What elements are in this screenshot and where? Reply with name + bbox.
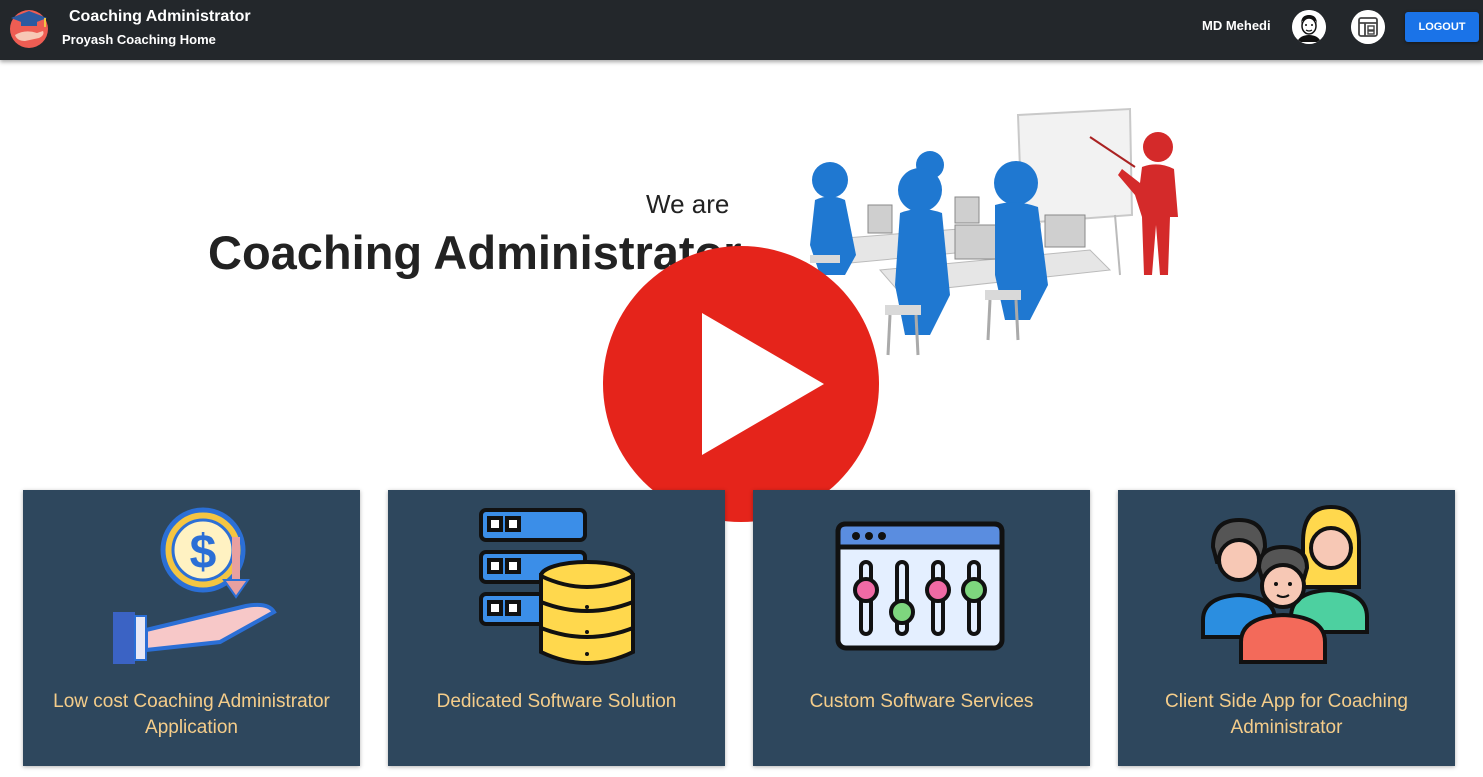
- feature-card-label: Custom Software Services: [809, 691, 1034, 712]
- feature-card-custom[interactable]: Custom Software Services: [753, 490, 1090, 766]
- server-database-icon: [479, 508, 635, 665]
- feature-card-label: Dedicated Software Solution: [436, 691, 677, 712]
- feature-card-low-cost[interactable]: $ Low cost Coaching Administrator Applic…: [23, 490, 360, 766]
- feature-card-dedicated[interactable]: Dedicated Software Solution: [388, 490, 725, 766]
- logout-button[interactable]: LOGOUT: [1405, 12, 1479, 42]
- feature-card-label: Client Side App for Coaching Administrat…: [1165, 691, 1408, 738]
- svg-text:$: $: [190, 526, 217, 579]
- graduation-cap-hand-icon[interactable]: [7, 5, 51, 49]
- dollar-coin-hand-icon: $: [113, 507, 277, 664]
- settings-sliders-icon: [835, 521, 1005, 651]
- feature-card-label: Low cost Coaching Administrator Applicat…: [53, 691, 330, 738]
- app-title: Coaching Administrator: [69, 8, 251, 25]
- dashboard-layout-icon[interactable]: [1351, 10, 1385, 44]
- user-avatar-icon[interactable]: [1292, 10, 1326, 44]
- users-group-icon: [1201, 504, 1369, 664]
- user-name: MD Mehedi: [1202, 18, 1271, 33]
- app-bar: Coaching Administrator Proyash Coaching …: [0, 0, 1483, 60]
- app-subtitle[interactable]: Proyash Coaching Home: [62, 32, 216, 47]
- hero-pre-title: We are: [646, 189, 730, 219]
- play-icon[interactable]: [602, 245, 880, 523]
- feature-card-client-app[interactable]: Client Side App for Coaching Administrat…: [1118, 490, 1455, 766]
